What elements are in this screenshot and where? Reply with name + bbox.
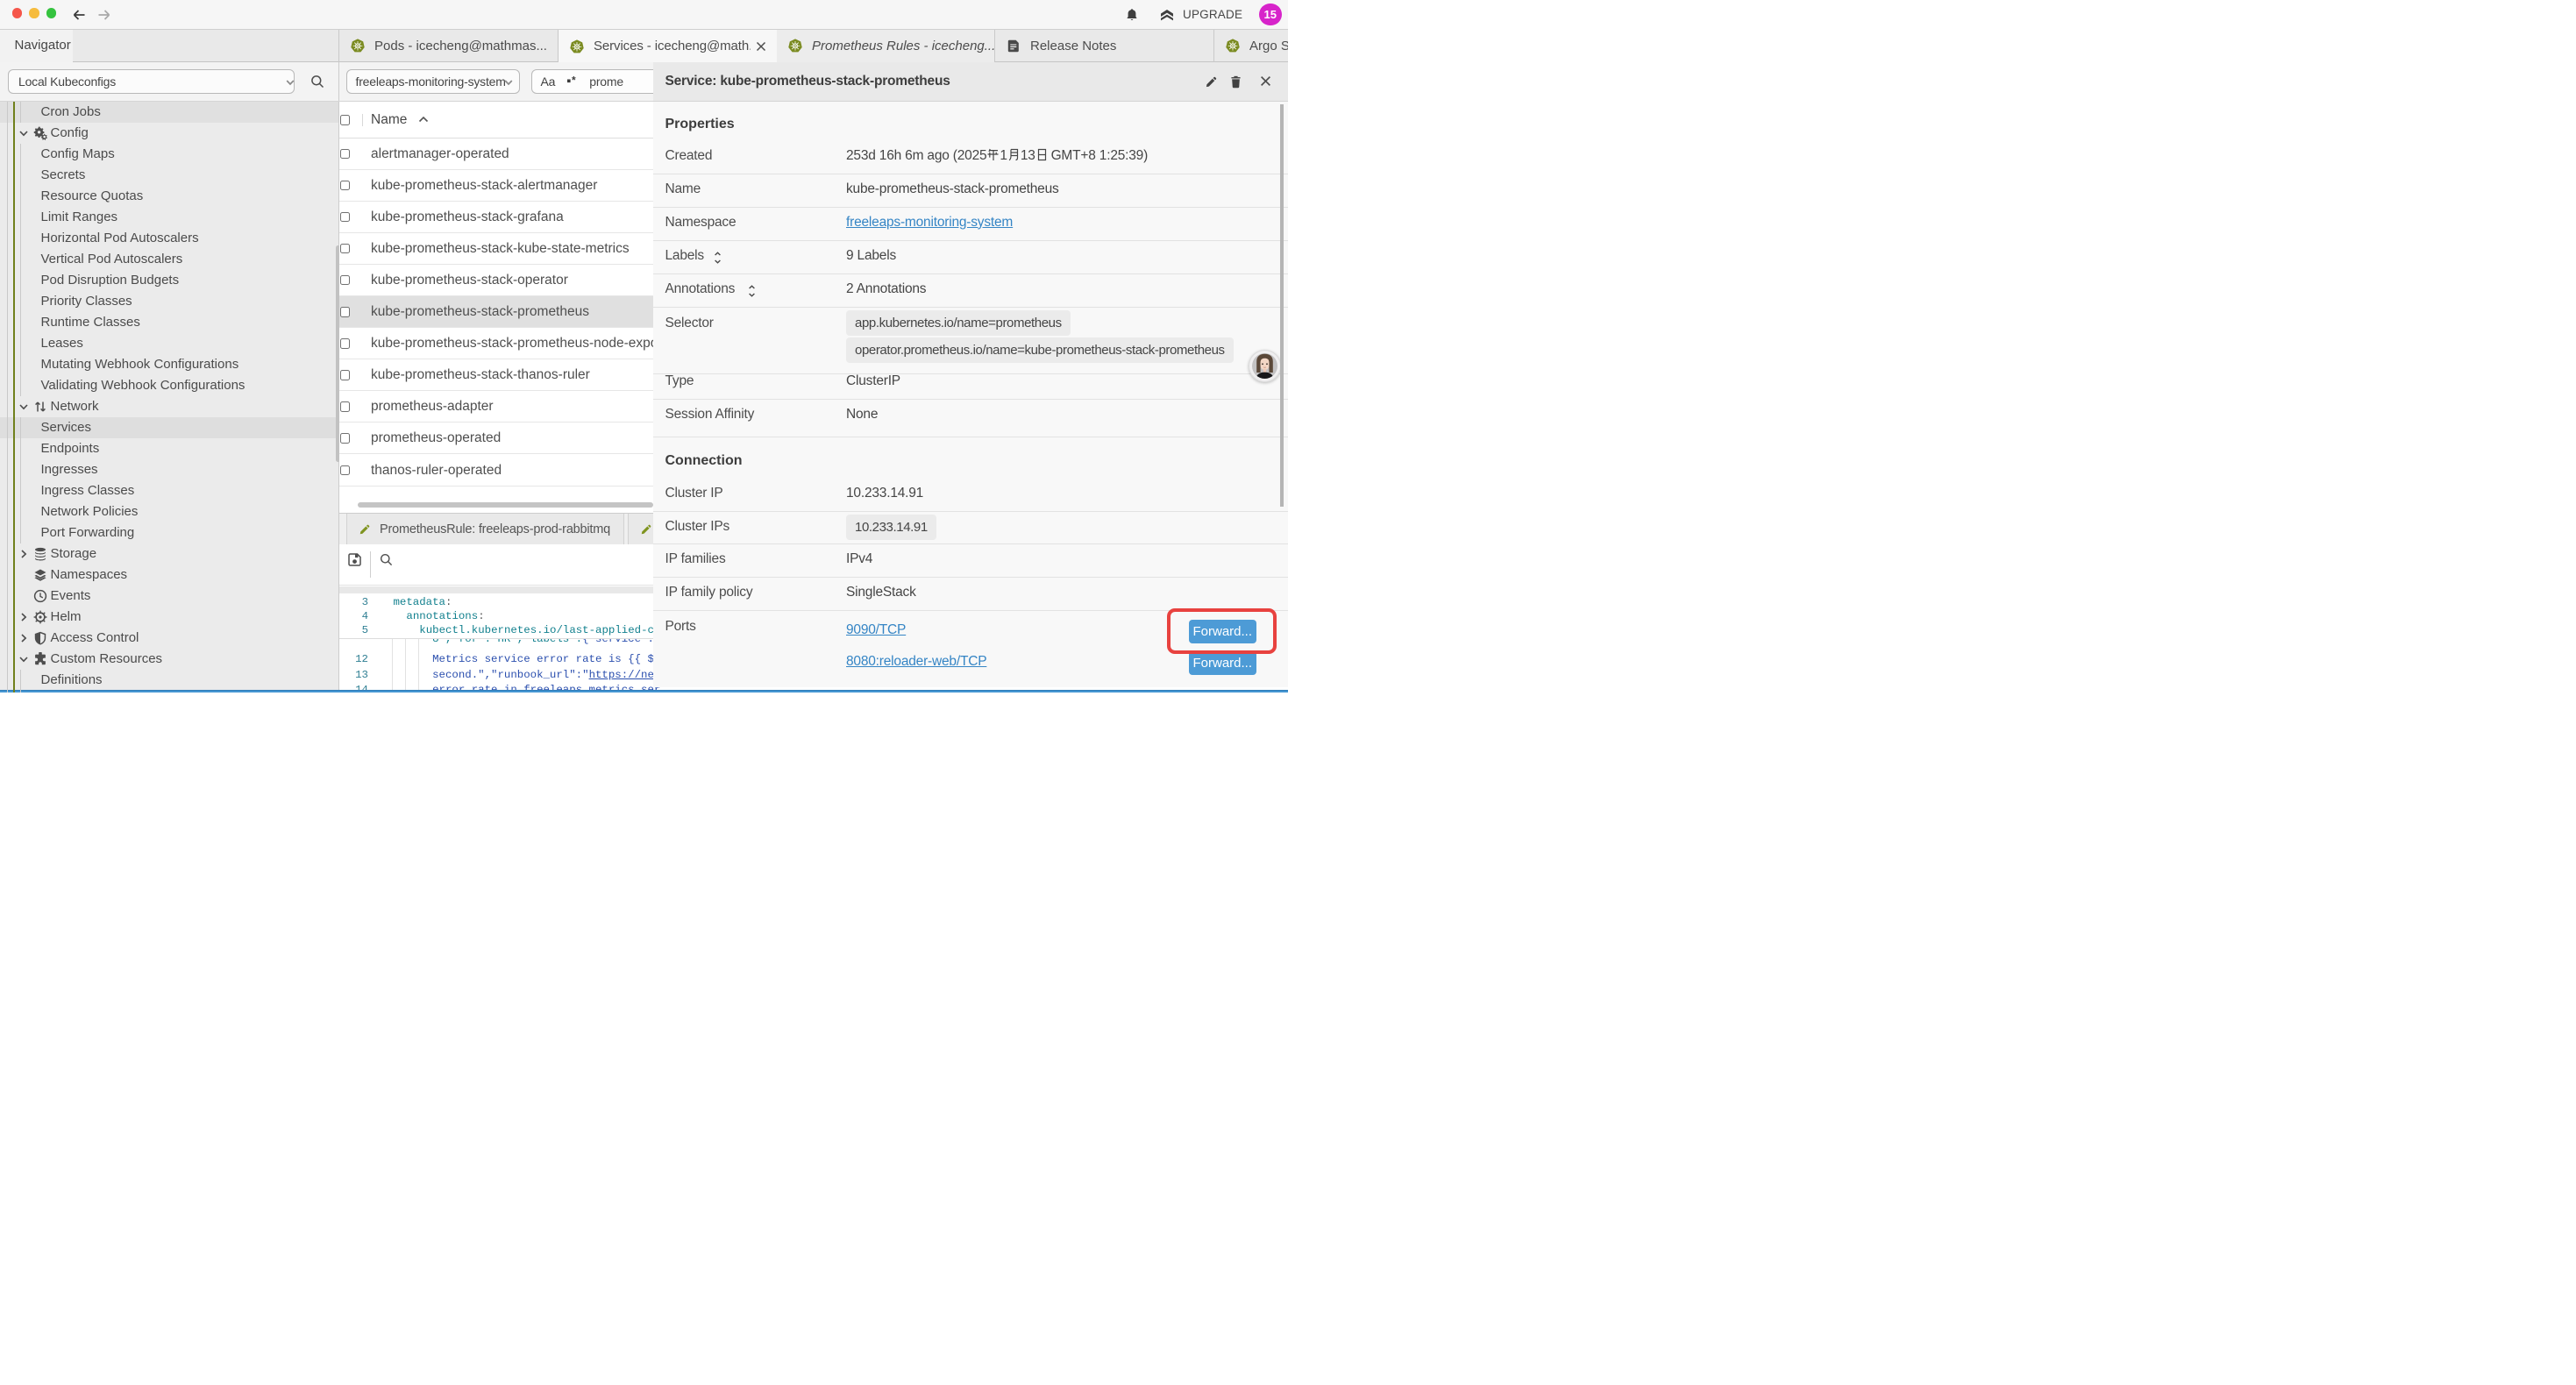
- svg-text:*: *: [572, 75, 576, 86]
